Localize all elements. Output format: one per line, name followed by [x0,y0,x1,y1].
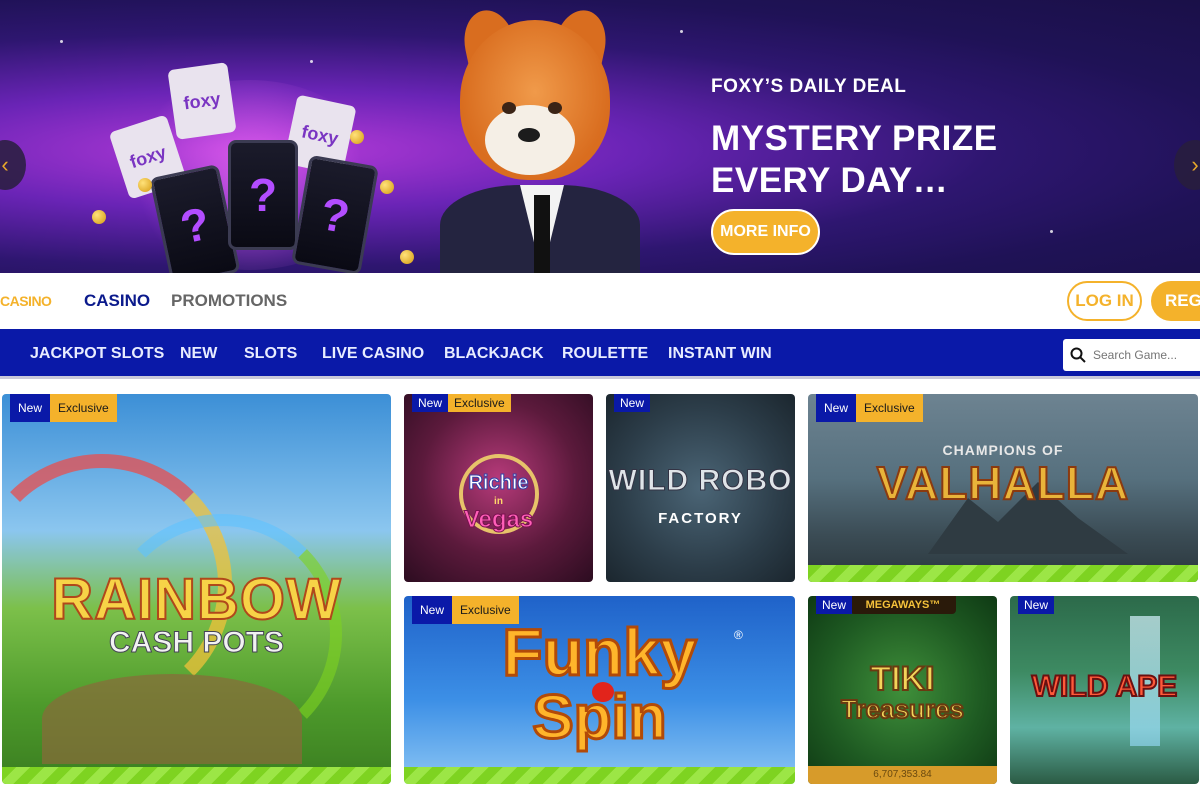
heart-icon [592,682,614,702]
game-title: WILD APE [1031,669,1179,704]
hero-title: MYSTERY PRIZE EVERY DAY… [711,119,998,200]
category-roulette[interactable]: ROULETTE [562,345,648,363]
game-title: Richie [468,472,529,495]
carousel-next-button[interactable]: › [1174,140,1200,190]
trademark-symbol: ® [734,628,743,642]
new-badge: New [816,596,853,614]
chevron-left-icon: ‹ [1,152,9,177]
game-tile-richie-in-vegas[interactable]: Richie in Vegas New Exclusive [404,394,593,582]
dirt-path [42,674,302,764]
new-badge: New [614,394,651,412]
game-badges: New Exclusive [816,394,923,422]
carousel-prev-button[interactable]: ‹ [0,140,26,190]
game-badges: New Exclusive [412,394,511,412]
game-subtitle: Treasures [840,693,965,725]
game-subtitle: FACTORY [658,510,743,527]
hero-banner[interactable]: foxy foxy foxy ? ? ? FOXY’S DAILY DEAL M… [0,0,1200,273]
tile-strip [404,767,795,784]
sparkle [1050,230,1053,233]
game-tile-champions-of-valhalla[interactable]: CHAMPIONS OF VALHALLA New Exclusive [808,394,1198,582]
category-slots[interactable]: SLOTS [244,345,297,363]
game-subtitle: Vegas [463,506,534,534]
coin-icon [380,180,394,194]
brand-casino-link[interactable]: CASINO [0,293,52,309]
tile-strip [2,767,391,784]
exclusive-badge: Exclusive [856,394,923,422]
nav-promotions[interactable]: PROMOTIONS [171,291,287,311]
hero-kicker: FOXY’S DAILY DEAL [711,76,907,97]
game-badges: New [1018,596,1055,614]
game-title: VALHALLA [876,456,1130,510]
tile-strip [808,565,1198,582]
exclusive-badge: Exclusive [448,394,511,412]
promo-card: foxy [167,62,237,140]
game-title: WILD ROBO [608,464,793,498]
top-navigation: CASINO CASINO PROMOTIONS LOG IN REGI [0,273,1200,329]
game-title: RAINBOW [50,566,342,633]
game-badges: New [614,394,651,412]
exclusive-badge: Exclusive [50,394,117,422]
game-subtitle: CASH POTS [108,626,285,660]
exclusive-badge: Exclusive [452,596,519,624]
sparkle [60,40,63,43]
new-badge: New [412,394,449,412]
game-badges: New Exclusive [10,394,117,422]
register-button[interactable]: REGI [1151,281,1200,321]
more-info-button[interactable]: MORE INFO [711,209,820,255]
category-live-casino[interactable]: LIVE CASINO [322,345,424,363]
mystery-reel: ? [228,140,298,250]
fox-mascot [440,5,640,273]
coin-icon [92,210,106,224]
category-new[interactable]: NEW [180,345,217,363]
game-tile-tiki-treasures-megaways[interactable]: MEGAWAYS™ TIKI Treasures New 6,707,353.8… [808,596,997,784]
coin-icon [350,130,364,144]
nav-casino[interactable]: CASINO [84,291,150,311]
search-icon [1063,347,1093,363]
jackpot-amount: 6,707,353.84 [808,766,997,784]
game-title: Funky [501,614,698,691]
game-tile-rainbow-cash-pots[interactable]: RAINBOW CASH POTS New Exclusive [2,394,391,784]
new-badge: New [1018,596,1055,614]
game-tile-wild-ape[interactable]: WILD APE New [1010,596,1199,784]
category-jackpot-slots[interactable]: JACKPOT SLOTS [30,345,164,363]
sparkle [310,60,313,63]
login-button[interactable]: LOG IN [1067,281,1142,321]
chevron-right-icon: › [1191,152,1199,177]
coin-icon [400,250,414,264]
new-badge: New [10,394,51,422]
game-tile-funky-spin[interactable]: Funky ® Spin New Exclusive [404,596,795,784]
megaways-tag: MEGAWAYS™ [850,596,956,614]
game-badges: New Exclusive [412,596,519,624]
search-input[interactable] [1093,348,1200,362]
game-badges: New [816,596,853,614]
new-badge: New [412,596,453,624]
search-box[interactable] [1063,339,1200,371]
category-bar: JACKPOT SLOTS NEW SLOTS LIVE CASINO BLAC… [0,329,1200,379]
sparkle [680,30,683,33]
new-badge: New [816,394,857,422]
category-instant-win[interactable]: INSTANT WIN [668,345,772,363]
coin-icon [138,178,152,192]
game-tile-wild-robo-factory[interactable]: WILD ROBO FACTORY New [606,394,795,582]
category-blackjack[interactable]: BLACKJACK [444,345,544,363]
hero-text: FOXY’S DAILY DEAL MYSTERY PRIZE EVERY DA… [711,76,998,202]
